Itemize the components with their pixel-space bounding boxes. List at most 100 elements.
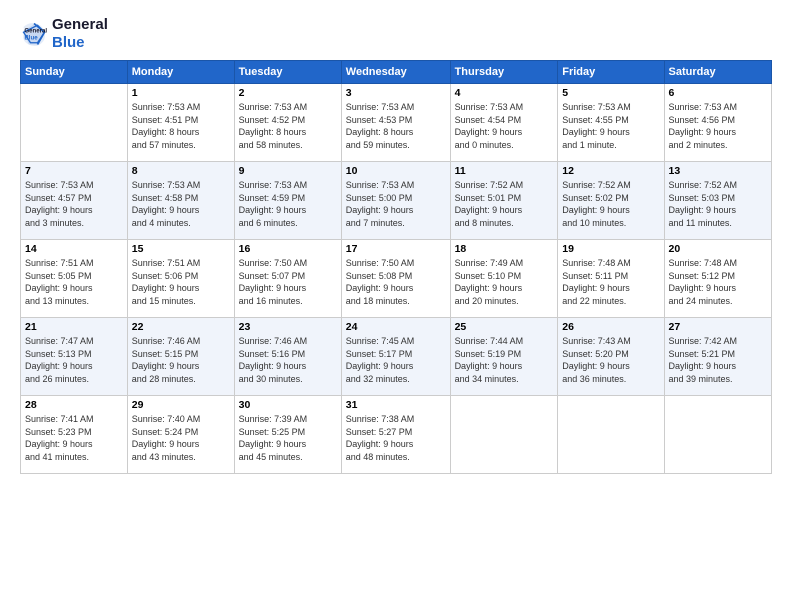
day-info: Sunrise: 7:53 AM Sunset: 4:54 PM Dayligh… <box>455 101 554 151</box>
day-info: Sunrise: 7:53 AM Sunset: 4:53 PM Dayligh… <box>346 101 446 151</box>
day-number: 4 <box>455 87 554 99</box>
day-number: 30 <box>239 399 337 411</box>
day-cell: 23 Sunrise: 7:46 AM Sunset: 5:16 PM Dayli… <box>234 318 341 396</box>
day-cell: 3 Sunrise: 7:53 AM Sunset: 4:53 PM Daylig… <box>341 84 450 162</box>
day-number: 17 <box>346 243 446 255</box>
col-header-wednesday: Wednesday <box>341 61 450 84</box>
day-number: 18 <box>455 243 554 255</box>
svg-text:General: General <box>24 27 47 34</box>
day-info: Sunrise: 7:48 AM Sunset: 5:12 PM Dayligh… <box>669 257 767 307</box>
day-number: 7 <box>25 165 123 177</box>
day-info: Sunrise: 7:44 AM Sunset: 5:19 PM Dayligh… <box>455 335 554 385</box>
day-number: 2 <box>239 87 337 99</box>
day-number: 9 <box>239 165 337 177</box>
day-info: Sunrise: 7:47 AM Sunset: 5:13 PM Dayligh… <box>25 335 123 385</box>
col-header-monday: Monday <box>127 61 234 84</box>
day-cell: 20 Sunrise: 7:48 AM Sunset: 5:12 PM Dayli… <box>664 240 771 318</box>
day-cell: 27 Sunrise: 7:42 AM Sunset: 5:21 PM Dayli… <box>664 318 771 396</box>
day-cell: 5 Sunrise: 7:53 AM Sunset: 4:55 PM Daylig… <box>558 84 664 162</box>
day-cell: 2 Sunrise: 7:53 AM Sunset: 4:52 PM Daylig… <box>234 84 341 162</box>
day-info: Sunrise: 7:51 AM Sunset: 5:05 PM Dayligh… <box>25 257 123 307</box>
day-cell: 25Sunrise: 7:44 AM Sunset: 5:19 PM Dayli… <box>450 318 558 396</box>
day-number: 3 <box>346 87 446 99</box>
logo-text-blue: Blue <box>52 34 108 52</box>
day-cell: 31 Sunrise: 7:38 AM Sunset: 5:27 PM Dayli… <box>341 396 450 474</box>
day-info: Sunrise: 7:50 AM Sunset: 5:07 PM Dayligh… <box>239 257 337 307</box>
day-info: Sunrise: 7:51 AM Sunset: 5:06 PM Dayligh… <box>132 257 230 307</box>
day-number: 8 <box>132 165 230 177</box>
day-number: 1 <box>132 87 230 99</box>
day-info: Sunrise: 7:52 AM Sunset: 5:02 PM Dayligh… <box>562 179 659 229</box>
day-info: Sunrise: 7:49 AM Sunset: 5:10 PM Dayligh… <box>455 257 554 307</box>
day-info: Sunrise: 7:53 AM Sunset: 4:57 PM Dayligh… <box>25 179 123 229</box>
week-row-4: 21 Sunrise: 7:47 AM Sunset: 5:13 PM Dayli… <box>21 318 772 396</box>
day-cell: 8 Sunrise: 7:53 AM Sunset: 4:58 PM Daylig… <box>127 162 234 240</box>
col-header-tuesday: Tuesday <box>234 61 341 84</box>
day-cell <box>558 396 664 474</box>
day-info: Sunrise: 7:53 AM Sunset: 4:58 PM Dayligh… <box>132 179 230 229</box>
header-row: SundayMondayTuesdayWednesdayThursdayFrid… <box>21 61 772 84</box>
day-info: Sunrise: 7:45 AM Sunset: 5:17 PM Dayligh… <box>346 335 446 385</box>
day-cell: 7 Sunrise: 7:53 AM Sunset: 4:57 PM Daylig… <box>21 162 128 240</box>
day-number: 12 <box>562 165 659 177</box>
day-info: Sunrise: 7:43 AM Sunset: 5:20 PM Dayligh… <box>562 335 659 385</box>
day-cell: 14 Sunrise: 7:51 AM Sunset: 5:05 PM Dayli… <box>21 240 128 318</box>
day-number: 10 <box>346 165 446 177</box>
day-cell: 17 Sunrise: 7:50 AM Sunset: 5:08 PM Dayli… <box>341 240 450 318</box>
day-number: 19 <box>562 243 659 255</box>
day-number: 27 <box>669 321 767 333</box>
logo-text-general: General <box>52 16 108 34</box>
col-header-sunday: Sunday <box>21 61 128 84</box>
day-info: Sunrise: 7:53 AM Sunset: 4:56 PM Dayligh… <box>669 101 767 151</box>
svg-text:Blue: Blue <box>24 34 38 41</box>
day-info: Sunrise: 7:50 AM Sunset: 5:08 PM Dayligh… <box>346 257 446 307</box>
day-cell: 30Sunrise: 7:39 AM Sunset: 5:25 PM Dayli… <box>234 396 341 474</box>
day-cell: 6Sunrise: 7:53 AM Sunset: 4:56 PM Daylig… <box>664 84 771 162</box>
day-number: 26 <box>562 321 659 333</box>
page: General Blue General Blue SundayMondayTu… <box>0 0 792 612</box>
day-info: Sunrise: 7:53 AM Sunset: 5:00 PM Dayligh… <box>346 179 446 229</box>
week-row-1: 1Sunrise: 7:53 AM Sunset: 4:51 PM Daylig… <box>21 84 772 162</box>
day-number: 11 <box>455 165 554 177</box>
day-info: Sunrise: 7:46 AM Sunset: 5:16 PM Dayligh… <box>239 335 337 385</box>
day-cell: 12 Sunrise: 7:52 AM Sunset: 5:02 PM Dayli… <box>558 162 664 240</box>
day-number: 29 <box>132 399 230 411</box>
day-number: 23 <box>239 321 337 333</box>
day-cell: 13Sunrise: 7:52 AM Sunset: 5:03 PM Dayli… <box>664 162 771 240</box>
day-number: 20 <box>669 243 767 255</box>
day-info: Sunrise: 7:52 AM Sunset: 5:01 PM Dayligh… <box>455 179 554 229</box>
day-info: Sunrise: 7:38 AM Sunset: 5:27 PM Dayligh… <box>346 413 446 463</box>
day-cell: 15Sunrise: 7:51 AM Sunset: 5:06 PM Dayli… <box>127 240 234 318</box>
week-row-2: 7 Sunrise: 7:53 AM Sunset: 4:57 PM Daylig… <box>21 162 772 240</box>
day-cell: 26 Sunrise: 7:43 AM Sunset: 5:20 PM Dayli… <box>558 318 664 396</box>
day-cell <box>450 396 558 474</box>
logo: General Blue General Blue <box>20 16 108 52</box>
day-cell: 29 Sunrise: 7:40 AM Sunset: 5:24 PM Dayli… <box>127 396 234 474</box>
day-cell: 11 Sunrise: 7:52 AM Sunset: 5:01 PM Dayli… <box>450 162 558 240</box>
day-number: 21 <box>25 321 123 333</box>
day-info: Sunrise: 7:48 AM Sunset: 5:11 PM Dayligh… <box>562 257 659 307</box>
day-cell: 4 Sunrise: 7:53 AM Sunset: 4:54 PM Daylig… <box>450 84 558 162</box>
day-info: Sunrise: 7:42 AM Sunset: 5:21 PM Dayligh… <box>669 335 767 385</box>
col-header-saturday: Saturday <box>664 61 771 84</box>
week-row-5: 28Sunrise: 7:41 AM Sunset: 5:23 PM Dayli… <box>21 396 772 474</box>
col-header-friday: Friday <box>558 61 664 84</box>
day-number: 31 <box>346 399 446 411</box>
day-cell: 10 Sunrise: 7:53 AM Sunset: 5:00 PM Dayli… <box>341 162 450 240</box>
day-info: Sunrise: 7:41 AM Sunset: 5:23 PM Dayligh… <box>25 413 123 463</box>
day-cell: 28Sunrise: 7:41 AM Sunset: 5:23 PM Dayli… <box>21 396 128 474</box>
calendar-table: SundayMondayTuesdayWednesdayThursdayFrid… <box>20 60 772 474</box>
day-cell <box>664 396 771 474</box>
logo-icon: General Blue <box>20 20 48 48</box>
day-number: 5 <box>562 87 659 99</box>
col-header-thursday: Thursday <box>450 61 558 84</box>
header: General Blue General Blue <box>20 16 772 52</box>
day-info: Sunrise: 7:52 AM Sunset: 5:03 PM Dayligh… <box>669 179 767 229</box>
day-info: Sunrise: 7:53 AM Sunset: 4:55 PM Dayligh… <box>562 101 659 151</box>
day-number: 22 <box>132 321 230 333</box>
day-cell: 21 Sunrise: 7:47 AM Sunset: 5:13 PM Dayli… <box>21 318 128 396</box>
day-cell: 19 Sunrise: 7:48 AM Sunset: 5:11 PM Dayli… <box>558 240 664 318</box>
day-number: 14 <box>25 243 123 255</box>
day-info: Sunrise: 7:53 AM Sunset: 4:52 PM Dayligh… <box>239 101 337 151</box>
day-info: Sunrise: 7:40 AM Sunset: 5:24 PM Dayligh… <box>132 413 230 463</box>
